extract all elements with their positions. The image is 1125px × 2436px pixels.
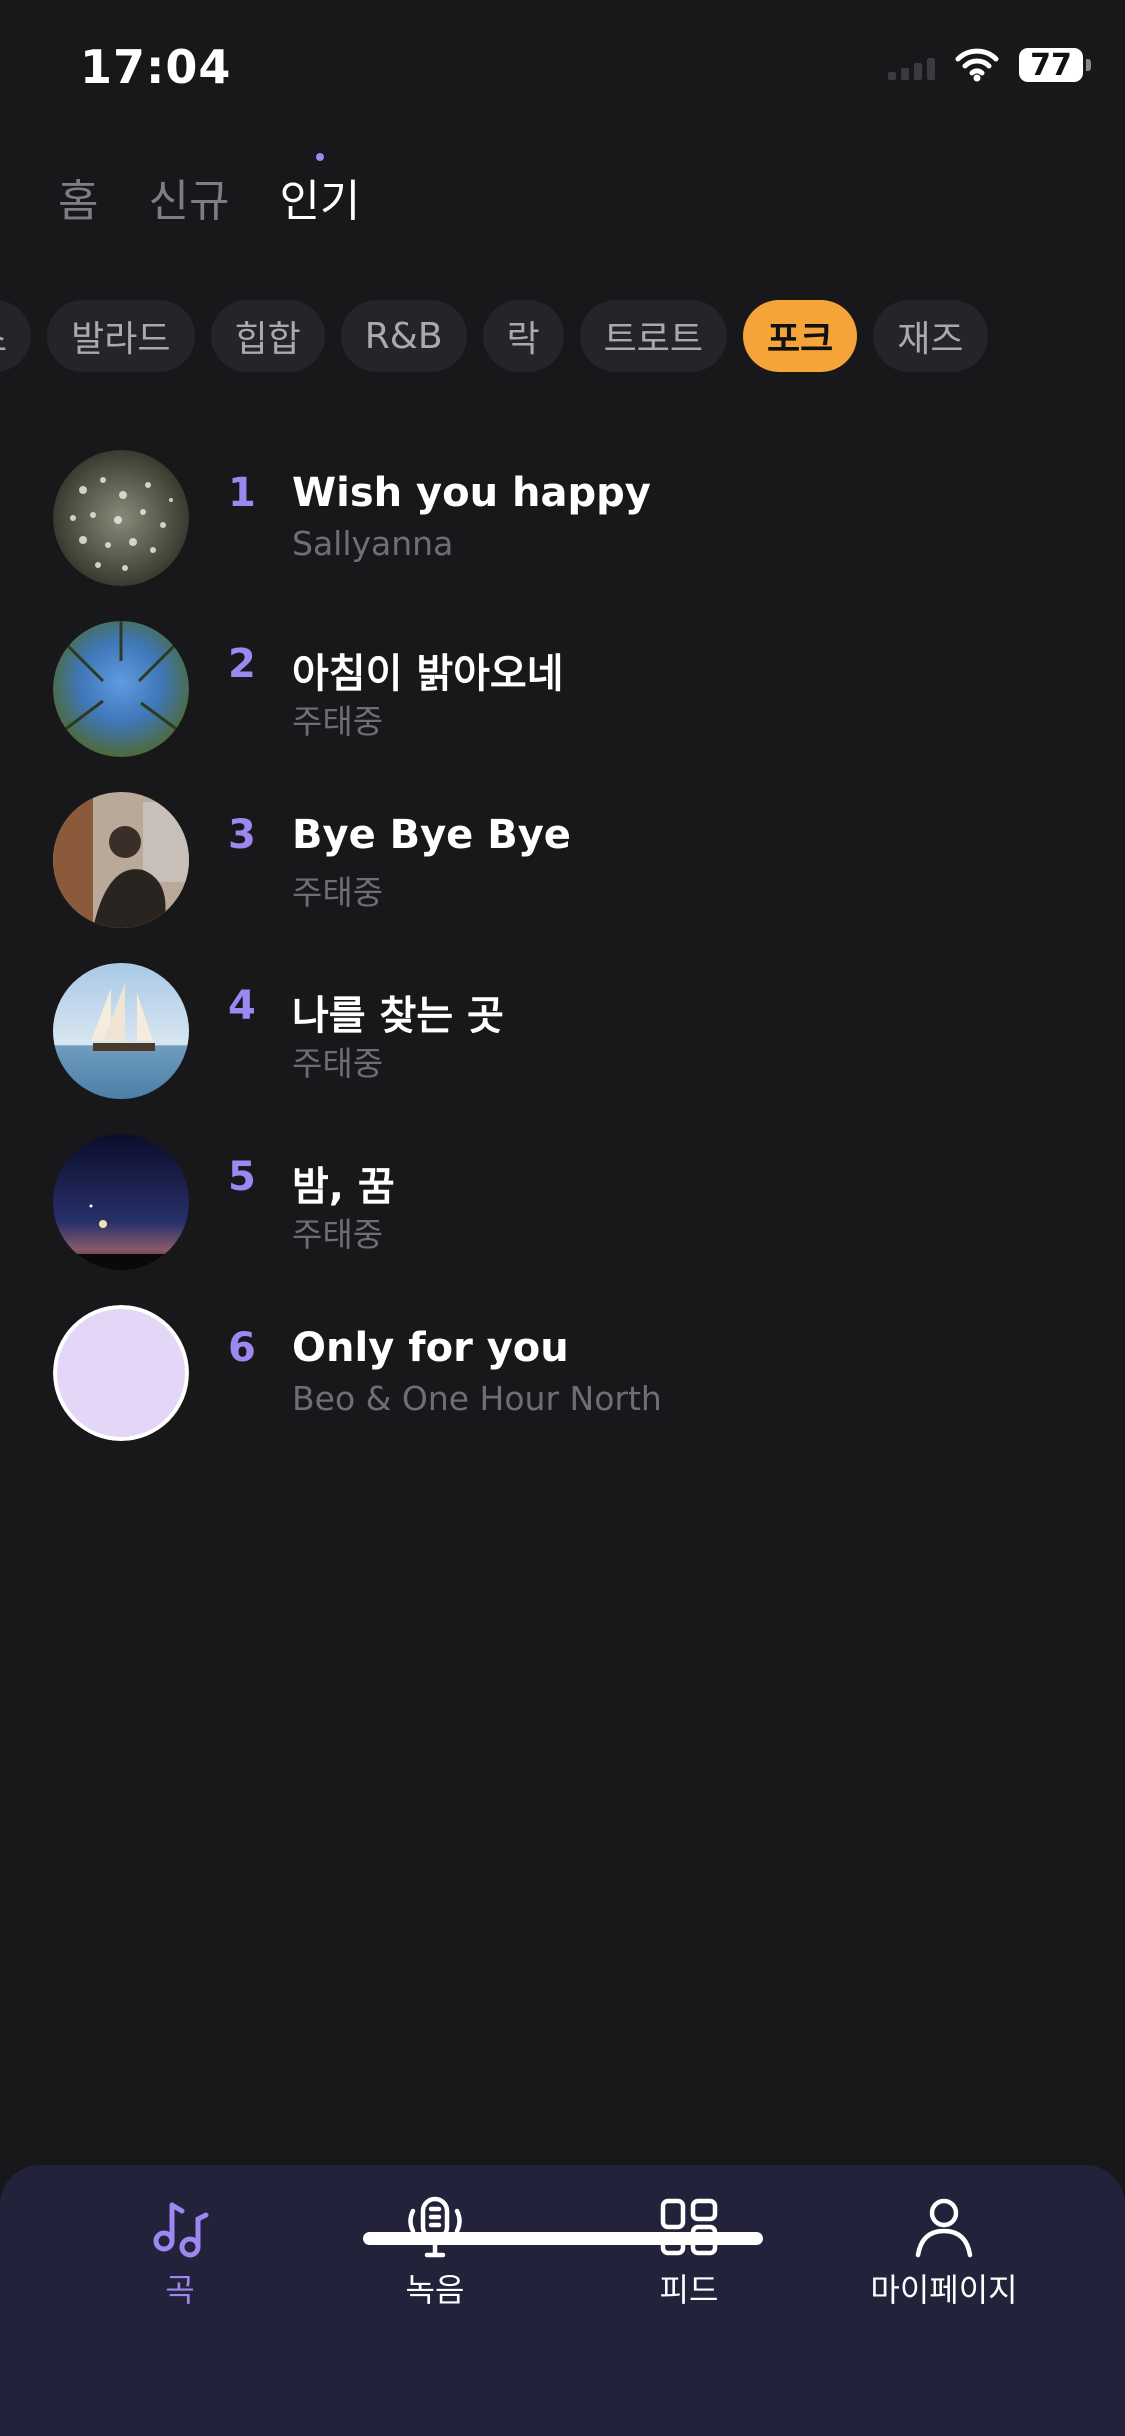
genre-chip[interactable]: 스 <box>0 300 32 372</box>
song-row[interactable]: 6 Only for you Beo & One Hour North <box>0 1303 1125 1443</box>
album-cover <box>53 450 189 586</box>
music-note-icon <box>153 2202 209 2258</box>
song-row[interactable]: 5 밤, 꿈 주태중 <box>0 1132 1125 1272</box>
genre-chip-jazz[interactable]: 재즈 <box>873 300 988 372</box>
song-artist: 주태중 <box>292 873 384 912</box>
genre-chip-hiphop[interactable]: 힙합 <box>210 300 325 372</box>
cellular-signal-icon <box>888 50 935 80</box>
battery-level: 77 <box>1030 47 1072 83</box>
genre-chip-ballad[interactable]: 발라드 <box>47 300 195 372</box>
nav-label: 마이페이지 <box>870 2271 1018 2309</box>
nav-label: 곡 <box>165 2271 195 2309</box>
song-rank: 3 <box>228 812 256 858</box>
grid-icon <box>660 2198 718 2256</box>
bottom-nav: 곡 녹음 피드 마이페이지 <box>0 2165 1125 2436</box>
genre-chip-trot[interactable]: 트로트 <box>579 300 728 372</box>
song-rank: 5 <box>228 1154 256 1200</box>
album-cover <box>53 963 189 1099</box>
song-title: 아침이 밝아오네 <box>292 651 564 697</box>
song-row[interactable]: 2 아침이 밝아오네 주태중 <box>0 619 1125 759</box>
person-icon <box>915 2198 973 2258</box>
song-row[interactable]: 3 Bye Bye Bye 주태중 <box>0 790 1125 930</box>
song-artist: Beo & One Hour North <box>292 1379 662 1418</box>
song-artist: 주태중 <box>292 1044 384 1083</box>
song-rank: 4 <box>228 983 256 1029</box>
album-cover <box>53 1305 189 1441</box>
active-tab-dot <box>315 153 324 161</box>
song-title: Only for you <box>292 1325 569 1371</box>
home-indicator <box>363 2232 763 2245</box>
battery-icon: 77 <box>1019 47 1091 83</box>
microphone-icon <box>408 2196 462 2258</box>
genre-chip-rnb[interactable]: R&B <box>340 300 467 372</box>
tab-popular[interactable]: 인기 <box>279 153 360 229</box>
song-row[interactable]: 4 나를 찾는 곳 주태중 <box>0 961 1125 1101</box>
song-rank: 1 <box>228 470 256 516</box>
genre-chip-rock[interactable]: 락 <box>482 300 564 372</box>
song-artist: 주태중 <box>292 1215 384 1254</box>
wifi-icon <box>955 48 999 82</box>
genre-filter-row: 스 발라드 힙합 R&B 락 트로트 포크 재즈 <box>0 300 988 372</box>
nav-mypage[interactable]: 마이페이지 <box>844 2195 1044 2311</box>
song-title: Wish you happy <box>292 470 651 516</box>
song-title: Bye Bye Bye <box>292 812 571 858</box>
album-cover <box>53 1134 189 1270</box>
song-title: 나를 찾는 곳 <box>292 993 504 1039</box>
status-time: 17:04 <box>80 40 232 94</box>
top-tabs: 홈 신규 인기 <box>58 153 360 229</box>
status-bar: 17:04 77 <box>0 0 1125 130</box>
nav-record[interactable]: 녹음 <box>335 2195 535 2311</box>
album-cover <box>53 792 189 928</box>
album-cover <box>53 621 189 757</box>
song-title: 밤, 꿈 <box>292 1164 395 1210</box>
song-row[interactable]: 1 Wish you happy Sallyanna <box>0 448 1125 588</box>
nav-label: 녹음 <box>405 2271 465 2309</box>
song-artist: Sallyanna <box>292 524 454 563</box>
song-artist: 주태중 <box>292 702 384 741</box>
song-rank: 6 <box>228 1325 256 1371</box>
nav-feed[interactable]: 피드 <box>589 2195 789 2311</box>
nav-label: 피드 <box>659 2271 719 2309</box>
genre-chip-folk[interactable]: 포크 <box>743 300 858 372</box>
tab-home[interactable]: 홈 <box>58 165 98 229</box>
nav-songs[interactable]: 곡 <box>80 2195 280 2311</box>
tab-new[interactable]: 신규 <box>148 165 229 229</box>
song-rank: 2 <box>228 641 256 687</box>
status-icons: 77 <box>888 47 1091 83</box>
